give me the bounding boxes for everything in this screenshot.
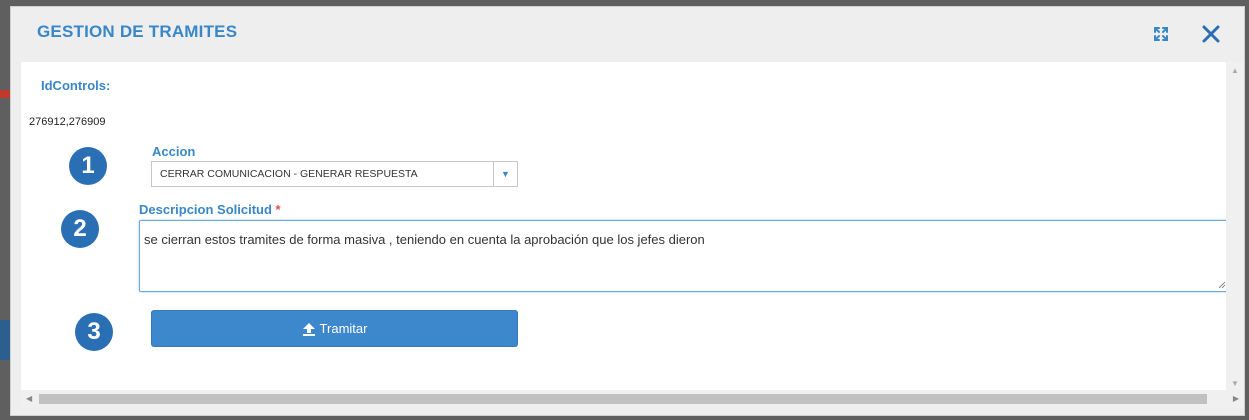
scroll-up-icon[interactable]: ▲: [1231, 66, 1239, 75]
scroll-right-icon[interactable]: ▶: [1233, 394, 1239, 403]
modal-title: GESTION DE TRAMITES: [37, 22, 238, 41]
horizontal-scrollbar[interactable]: ◀ ▶: [21, 390, 1244, 408]
expand-icon[interactable]: [1148, 21, 1174, 47]
descripcion-textarea[interactable]: se cierran estos tramites de forma masiv…: [139, 220, 1229, 292]
tramitar-button[interactable]: Tramitar: [151, 310, 518, 347]
chevron-down-icon[interactable]: ▼: [493, 162, 517, 186]
scroll-left-icon[interactable]: ◀: [26, 394, 32, 403]
close-icon[interactable]: [1198, 21, 1224, 47]
modal-header: GESTION DE TRAMITES: [11, 7, 1244, 59]
descripcion-label-text: Descripcion Solicitud: [139, 202, 272, 217]
step-badge-1: 1: [69, 147, 107, 185]
tramitar-label: Tramitar: [319, 321, 368, 336]
step-badge-2: 2: [61, 210, 99, 248]
idcontrols-value: 276912,276909: [29, 116, 106, 128]
accion-select[interactable]: CERRAR COMUNICACION - GENERAR RESPUESTA …: [151, 161, 518, 187]
vertical-scrollbar[interactable]: ▲ ▼: [1226, 62, 1244, 392]
gestion-tramites-modal: GESTION DE TRAMITES IdControls: 276912,2…: [10, 6, 1245, 416]
accion-selected-value: CERRAR COMUNICACION - GENERAR RESPUESTA: [160, 168, 418, 180]
idcontrols-label: IdControls:: [41, 78, 111, 93]
horizontal-scroll-thumb[interactable]: [39, 394, 1207, 404]
scroll-down-icon[interactable]: ▼: [1231, 379, 1239, 388]
required-mark: *: [275, 202, 281, 217]
descripcion-label: Descripcion Solicitud *: [139, 202, 281, 217]
resize-grip-icon[interactable]: [1218, 281, 1226, 289]
descripcion-text: se cierran estos tramites de forma masiv…: [144, 232, 705, 247]
step-badge-3: 3: [75, 313, 113, 351]
accion-label: Accion: [152, 144, 196, 159]
modal-body: IdControls: 276912,276909 1 Accion CERRA…: [21, 62, 1236, 392]
upload-icon: [302, 322, 315, 336]
